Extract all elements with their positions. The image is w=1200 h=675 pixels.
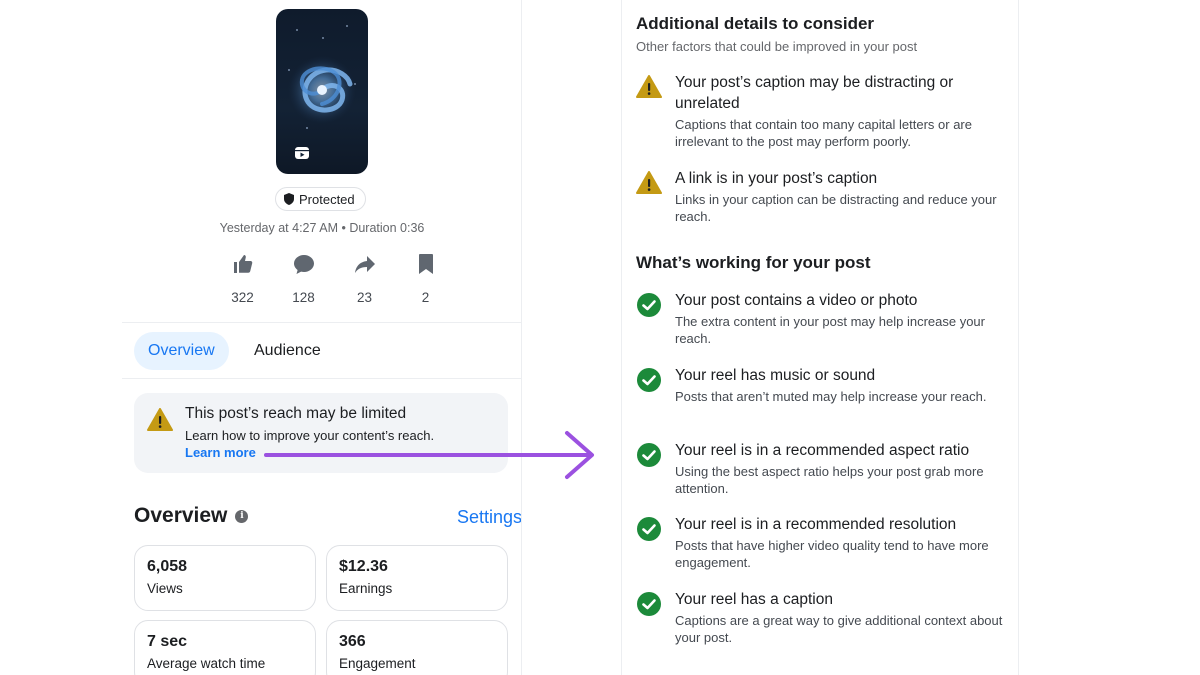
protected-badge: Protected xyxy=(275,187,366,211)
item-title: A link is in your post’s caption xyxy=(675,170,878,187)
reel-icon xyxy=(295,147,309,159)
item-description: Posts that aren’t muted may help increas… xyxy=(675,389,987,404)
overview-heading: Overview i xyxy=(134,504,249,528)
stat-shares[interactable]: 23 xyxy=(334,252,395,305)
item-description: Captions that contain too many capital l… xyxy=(675,117,972,149)
learn-more-link[interactable]: Learn more xyxy=(185,445,256,460)
saves-count: 2 xyxy=(421,290,430,305)
item-title: Your reel is in a recommended resolution xyxy=(675,516,957,533)
item-description: Using the best aspect ratio helps your p… xyxy=(675,464,984,496)
share-icon xyxy=(354,256,375,273)
engagement-stats: 322 128 23 2 xyxy=(212,252,456,305)
item-description: Links in your caption can be distracting… xyxy=(675,192,997,224)
settings-link[interactable]: Settings xyxy=(457,507,522,528)
tab-overview[interactable]: Overview xyxy=(134,332,229,370)
galaxy-image xyxy=(288,56,356,124)
comment-icon xyxy=(293,255,314,274)
list-item-music-sound: Your reel has music or sound Posts that … xyxy=(636,365,1006,405)
info-icon[interactable]: i xyxy=(235,509,249,523)
list-item-resolution: Your reel is in a recommended resolution… xyxy=(636,514,1006,571)
warning-icon xyxy=(636,75,662,98)
list-item-video-photo: Your post contains a video or photo The … xyxy=(636,290,1006,347)
item-title: Your post contains a video or photo xyxy=(675,292,918,309)
metric-label: Average watch time xyxy=(147,656,266,671)
details-title: Additional details to consider xyxy=(636,14,875,33)
item-description: Posts that have higher video quality ten… xyxy=(675,538,989,570)
item-title: Your reel has music or sound xyxy=(675,367,876,384)
list-item-link-warning: A link is in your post’s caption Links i… xyxy=(636,168,1006,225)
protected-label: Protected xyxy=(299,191,355,207)
shield-icon xyxy=(284,193,294,205)
tab-audience[interactable]: Audience xyxy=(254,332,321,370)
item-title: Your reel has a caption xyxy=(675,591,833,608)
post-meta: Yesterday at 4:27 AM • Duration 0:36 xyxy=(219,221,425,235)
alert-title: This post’s reach may be limited xyxy=(185,405,407,422)
stat-saves[interactable]: 2 xyxy=(395,252,456,305)
metric-card-views[interactable]: 6,058 Views xyxy=(134,545,316,611)
item-description: The extra content in your post may help … xyxy=(675,314,985,346)
item-description: Captions are a great way to give additio… xyxy=(675,613,1003,645)
divider xyxy=(122,322,522,323)
item-title: Your post’s caption may be distracting o… xyxy=(675,74,954,112)
metric-value: 7 sec xyxy=(147,633,188,650)
metric-label: Earnings xyxy=(339,581,393,596)
details-subtitle: Other factors that could be improved in … xyxy=(636,39,918,54)
warning-icon xyxy=(147,408,173,431)
divider xyxy=(122,378,522,379)
metric-value: $12.36 xyxy=(339,558,388,575)
check-circle-icon xyxy=(637,368,661,392)
stat-likes[interactable]: 322 xyxy=(212,252,273,305)
metric-label: Views xyxy=(147,581,183,596)
pointer-arrow-icon xyxy=(264,431,594,479)
metric-value: 6,058 xyxy=(147,558,188,575)
metric-card-earnings[interactable]: $12.36 Earnings xyxy=(326,545,508,611)
metric-card-watch-time[interactable]: 7 sec Average watch time xyxy=(134,620,316,675)
check-circle-icon xyxy=(637,443,661,467)
panel-border xyxy=(521,0,522,675)
metric-label: Engagement xyxy=(339,656,416,671)
working-title: What’s working for your post xyxy=(636,253,871,272)
comments-count: 128 xyxy=(292,290,315,305)
overview-title: Overview xyxy=(134,504,228,527)
shares-count: 23 xyxy=(356,290,373,305)
metric-card-engagement[interactable]: 366 Engagement xyxy=(326,620,508,675)
like-icon xyxy=(233,255,252,273)
list-item-aspect-ratio: Your reel is in a recommended aspect rat… xyxy=(636,440,1006,497)
list-item-caption: Your reel has a caption Captions are a g… xyxy=(636,589,1006,646)
warning-icon xyxy=(636,171,662,194)
check-circle-icon xyxy=(637,517,661,541)
list-item-caption-warning: Your post’s caption may be distracting o… xyxy=(636,72,1006,150)
bookmark-icon xyxy=(418,254,433,274)
check-circle-icon xyxy=(637,592,661,616)
check-circle-icon xyxy=(637,293,661,317)
metric-value: 366 xyxy=(339,633,366,650)
post-insights-panel: Protected Yesterday at 4:27 AM • Duratio… xyxy=(122,0,522,675)
reel-thumbnail[interactable] xyxy=(276,9,368,174)
item-title: Your reel is in a recommended aspect rat… xyxy=(675,442,970,459)
post-recommendations-panel: Additional details to consider Other fac… xyxy=(621,0,1019,675)
stat-comments[interactable]: 128 xyxy=(273,252,334,305)
likes-count: 322 xyxy=(231,290,254,305)
